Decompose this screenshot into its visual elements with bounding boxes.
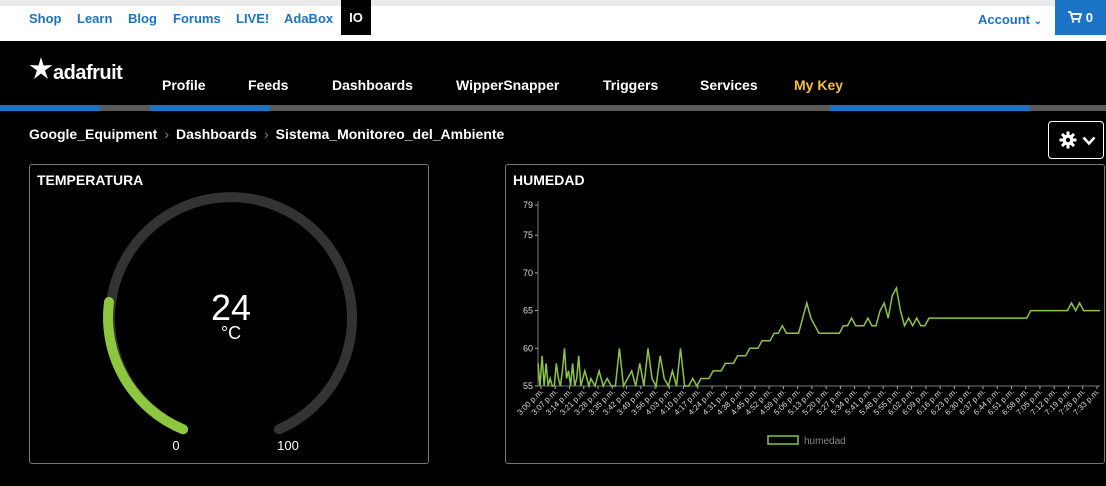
nav-divider-accent [830, 105, 1030, 111]
breadcrumb-separator: › [164, 126, 170, 142]
cart-button[interactable]: 0 [1055, 0, 1106, 35]
cart-count: 0 [1085, 10, 1093, 25]
top-bar [0, 0, 1106, 41]
top-link-shop[interactable]: Shop [29, 11, 62, 26]
gear-icon [1059, 131, 1077, 149]
nav-wippersnapper[interactable]: WipperSnapper [456, 77, 559, 93]
series-line-humedad [537, 285, 1100, 389]
nav-services[interactable]: Services [700, 77, 758, 93]
breadcrumb-item[interactable]: Dashboards [176, 126, 257, 142]
top-link-adabox[interactable]: AdaBox [284, 11, 333, 26]
y-tick-label: 75 [523, 230, 533, 240]
account-label: Account [978, 12, 1030, 27]
adafruit-logo-icon [29, 57, 53, 79]
chevron-down-icon: ⌄ [1033, 16, 1043, 27]
nav-divider-accent [150, 105, 270, 111]
top-link-forums[interactable]: Forums [173, 11, 221, 26]
top-link-learn[interactable]: Learn [77, 11, 112, 26]
nav-triggers[interactable]: Triggers [603, 77, 658, 93]
y-tick-label: 55 [523, 381, 533, 391]
y-tick-label: 60 [523, 343, 533, 353]
top-link-live[interactable]: LIVE! [236, 11, 269, 26]
nav-profile[interactable]: Profile [162, 77, 206, 93]
gauge-unit: °C [221, 323, 241, 343]
y-tick-label: 79 [523, 200, 533, 210]
gauge-svg: 24 °C 0 100 [103, 192, 357, 453]
top-link-blog[interactable]: Blog [128, 11, 157, 26]
nav-divider-accent [0, 105, 100, 111]
nav-my-key[interactable]: My Key [794, 77, 843, 93]
gauge-fill [103, 297, 189, 435]
gauge-min-label: 0 [172, 438, 179, 453]
gauge-max-label: 100 [277, 438, 299, 453]
chart-svg: 5560657075793:00 p.m.3:07 p.m.3:14 p.m.3… [515, 200, 1101, 447]
breadcrumb-item: Sistema_Monitoreo_del_Ambiente [275, 126, 505, 142]
cart-icon [1068, 11, 1083, 23]
chevron-down-icon [1082, 136, 1096, 146]
account-menu[interactable]: Account ⌄ [978, 12, 1042, 27]
breadcrumb: Google_Equipment › Dashboards › Sistema_Moni… [29, 126, 504, 142]
legend-label[interactable]: humedad [804, 436, 846, 447]
nav-dashboards[interactable]: Dashboards [332, 77, 413, 93]
breadcrumb-item[interactable]: Google_Equipment [29, 126, 157, 142]
gauge-value: 24 [211, 287, 251, 328]
nav-feeds[interactable]: Feeds [248, 77, 288, 93]
y-tick-label: 70 [523, 268, 533, 278]
brand-name[interactable]: adafruit [53, 62, 123, 85]
breadcrumb-separator: › [263, 126, 269, 142]
main-nav [0, 41, 1106, 108]
gauge-block[interactable]: TEMPERATURA 24 °C 0 100 [29, 164, 429, 464]
top-link-io[interactable]: IO [341, 0, 371, 35]
dashboard-settings-button[interactable] [1048, 121, 1104, 159]
chart-block[interactable]: HUMEDAD 55 60 65 70 75 79 3:00 p.m. 3:07 p.m. 3:… [505, 164, 1105, 464]
legend-swatch [767, 435, 799, 445]
y-tick-label: 65 [523, 306, 533, 316]
